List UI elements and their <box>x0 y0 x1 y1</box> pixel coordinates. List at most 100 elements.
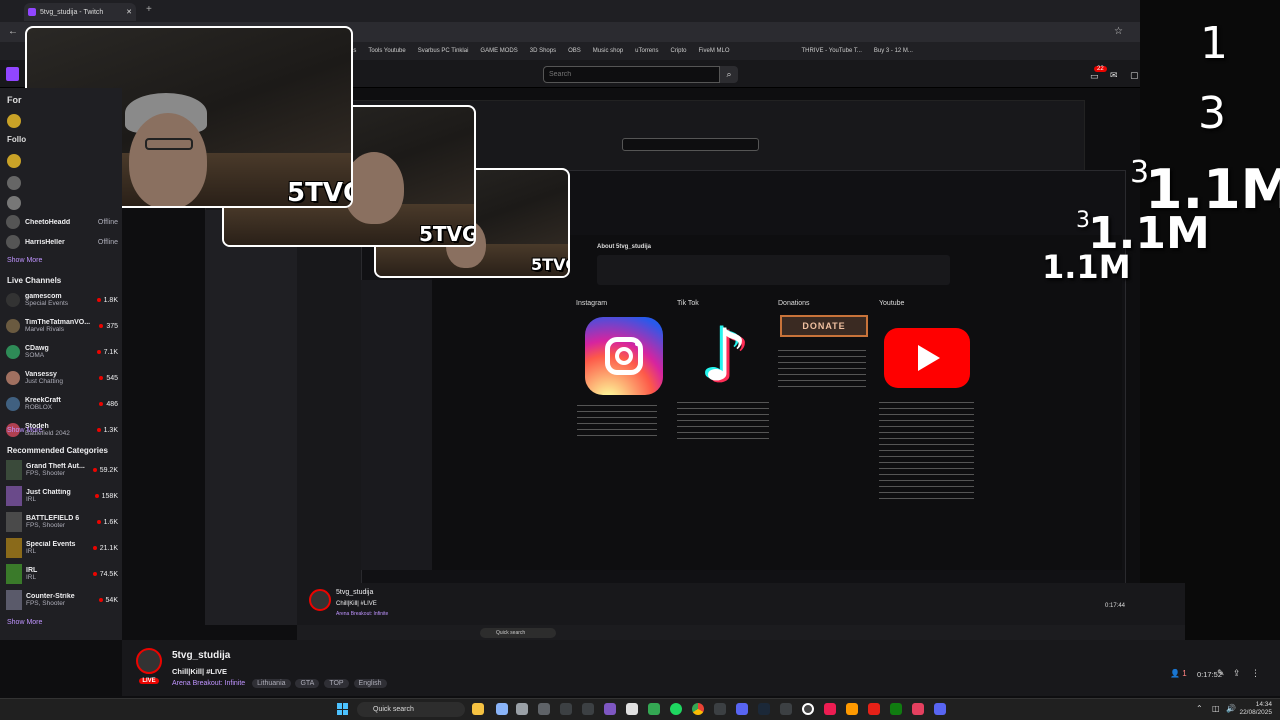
game-link[interactable]: Arena Breakout: Infinite <box>172 680 245 687</box>
taskbar-app-icon[interactable] <box>496 703 508 715</box>
xbox-icon[interactable] <box>890 703 902 715</box>
viewer-person-icon: 👤 <box>1170 669 1180 678</box>
bookmark-item[interactable]: THRIVE - YouTube T... <box>802 48 862 54</box>
back-arrow-icon[interactable]: ← <box>8 26 18 37</box>
obs-icon[interactable] <box>802 703 814 715</box>
taskbar-app-icon[interactable] <box>604 703 616 715</box>
sidebar-live-channel[interactable]: KreekCraft ROBLOX 486 <box>6 391 118 417</box>
sidebar-live-channel[interactable]: CDawg SOMA 7.1K <box>6 339 118 365</box>
tiktok-app-icon[interactable] <box>824 703 836 715</box>
sidebar-category[interactable]: BATTLEFIELD 6 FPS, Shooter 1.6K <box>6 509 118 535</box>
network-icon[interactable]: ◫ <box>1212 704 1220 713</box>
stream-tag[interactable]: Lithuania <box>252 679 291 688</box>
steam-icon[interactable] <box>758 703 770 715</box>
volume-icon[interactable]: 🔊 <box>1226 704 1236 713</box>
chrome-icon[interactable] <box>692 703 704 715</box>
taskbar-app-icon[interactable] <box>912 703 924 715</box>
sidebar-category[interactable]: IRL IRL 74.5K <box>6 561 118 587</box>
donate-button[interactable]: DONATE <box>780 315 868 337</box>
bookmark-item[interactable]: OBS <box>568 48 581 54</box>
followed-avatar[interactable] <box>7 176 21 190</box>
stream-tag[interactable]: English <box>353 679 387 688</box>
category-name: Grand Theft Aut... <box>26 463 85 470</box>
bookmark-item[interactable]: Buy 3 - 12 M... <box>874 48 913 54</box>
sidebar-followed-channel[interactable]: HarrisHeller Offline <box>6 229 118 255</box>
discord-icon[interactable] <box>934 703 946 715</box>
bookmark-item[interactable]: 3D Shops <box>530 48 556 54</box>
taskbar-app-icon[interactable] <box>780 703 792 715</box>
taskbar-app-icon[interactable] <box>736 703 748 715</box>
category-tag: IRL <box>26 574 37 581</box>
tiktok-logo-icon[interactable]: ♪ <box>690 315 760 395</box>
search-input[interactable] <box>543 66 720 83</box>
bookmark-item[interactable]: FiveM MLO <box>699 48 730 54</box>
sidebar-category[interactable]: Special Events IRL 21.1K <box>6 535 118 561</box>
live-dot-icon <box>92 571 97 576</box>
channel-avatar[interactable] <box>136 648 162 674</box>
bookmark-item[interactable]: Svarbus PC Tinklai <box>418 48 469 54</box>
edit-icon[interactable]: ✎ <box>1217 668 1225 679</box>
more-options-icon[interactable]: ⋮ <box>1251 668 1260 679</box>
instagram-flash-shape <box>635 342 639 346</box>
live-dot-icon <box>96 349 101 354</box>
sidebar-category[interactable]: Counter-Strike FPS, Shooter 54K <box>6 587 118 613</box>
sidebar-category[interactable]: Just Chatting IRL 158K <box>6 483 118 509</box>
instagram-lens-shape <box>615 347 633 365</box>
show-more-followed[interactable]: Show More <box>7 257 42 264</box>
live-badge: LIVE <box>139 678 159 684</box>
taskbar-app-icon[interactable] <box>648 703 660 715</box>
browser-tab-bar <box>0 0 1280 22</box>
viewer-count: 7.1K <box>103 348 118 356</box>
stream-tag[interactable]: TOP <box>324 679 349 688</box>
nested-search-input <box>622 138 759 151</box>
notifications-icon[interactable]: ▭ <box>1090 71 1099 82</box>
settings-gear-icon[interactable] <box>516 703 528 715</box>
panel-title-instagram: Instagram <box>576 300 608 307</box>
taskbar-search-input[interactable]: Quick search <box>357 702 465 717</box>
bookmark-item[interactable]: Cripto <box>670 48 686 54</box>
sidebar-live-channel[interactable]: TimTheTatmanVO... Marvel Rivals 375 <box>6 313 118 339</box>
bookmark-star-icon[interactable]: ☆ <box>1114 26 1123 37</box>
bookmark-item[interactable]: GAME MODS <box>480 48 517 54</box>
taskbar-app-icon[interactable] <box>538 703 550 715</box>
show-more-categories[interactable]: Show More <box>7 619 42 626</box>
avatar <box>6 293 20 307</box>
spotify-icon[interactable] <box>670 703 682 715</box>
category-thumbnail <box>6 538 22 558</box>
clock-date: 22/08/2025 <box>1239 709 1272 716</box>
new-tab-icon[interactable]: + <box>146 4 152 15</box>
followed-avatar[interactable] <box>7 196 21 210</box>
channel-name[interactable]: 5tvg_studija <box>172 650 230 661</box>
followed-avatar[interactable] <box>7 114 21 128</box>
taskbar-app-icon[interactable] <box>868 703 880 715</box>
taskbar-app-icon[interactable] <box>626 703 638 715</box>
show-more-live[interactable]: Show More <box>7 427 42 434</box>
followed-avatar[interactable] <box>7 154 21 168</box>
avatar <box>6 397 20 411</box>
inbox-icon[interactable]: ✉ <box>1110 70 1118 81</box>
stream-tag[interactable]: GTA <box>295 679 320 688</box>
search-icon[interactable]: ⌕ <box>720 66 738 83</box>
sidebar-live-channel[interactable]: Vansessy Just Chatting 545 <box>6 365 118 391</box>
sidebar-live-channel[interactable]: gamescom Special Events 1.8K <box>6 287 118 313</box>
share-icon[interactable]: ⇪ <box>1233 668 1241 679</box>
taskbar-clock[interactable]: 14:34 22/08/2025 <box>1239 701 1272 717</box>
bookmark-item[interactable]: Music shop <box>593 48 623 54</box>
taskbar-app-icon[interactable] <box>560 703 572 715</box>
file-explorer-icon[interactable] <box>472 703 484 715</box>
nested-uptime: 0:17:44 <box>1105 603 1126 609</box>
chat-icon[interactable]: ▢ <box>1130 70 1139 81</box>
taskbar-app-icon[interactable] <box>846 703 858 715</box>
taskbar-app-icon[interactable] <box>582 703 594 715</box>
bookmark-item[interactable]: uTorrens <box>635 48 658 54</box>
windows-start-icon[interactable] <box>337 703 349 715</box>
close-tab-icon[interactable]: ✕ <box>126 8 132 16</box>
bookmark-item[interactable]: Tools Youtube <box>368 48 405 54</box>
taskbar-app-icon[interactable] <box>714 703 726 715</box>
tray-chevron-icon[interactable]: ⌃ <box>1196 704 1203 713</box>
browser-tab[interactable]: 5tvg_studija - Twitch ✕ <box>24 3 136 21</box>
counter-5: 1.1M <box>1042 248 1131 286</box>
instagram-description <box>577 403 657 437</box>
twitch-logo-icon[interactable] <box>6 67 19 81</box>
sidebar-category[interactable]: Grand Theft Aut... FPS, Shooter 59.2K <box>6 457 118 483</box>
